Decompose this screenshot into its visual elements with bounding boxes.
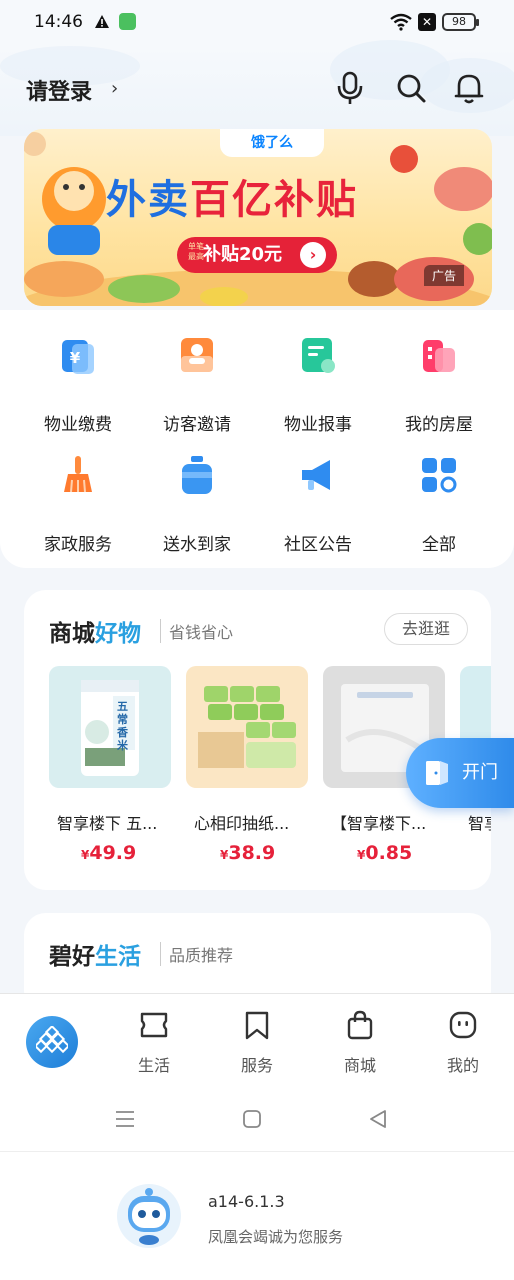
rice-bag-label: 五常香米 — [117, 700, 128, 752]
service-item-property-report[interactable]: 物业报事 — [263, 320, 373, 435]
menu-icon[interactable] — [115, 1110, 135, 1128]
life-subtitle: 品质推荐 — [160, 942, 233, 966]
water-delivery-icon — [182, 456, 212, 494]
tab-label: 服务 — [240, 1056, 273, 1075]
product-name: 智享楼下 五... — [57, 814, 158, 833]
chevron-right-icon[interactable]: › — [111, 78, 118, 99]
product-price-value: 49.9 — [89, 842, 137, 864]
eleme-logo: 饿了么 — [220, 129, 324, 157]
housekeeping-icon — [64, 456, 92, 493]
service-label: 我的房屋 — [405, 415, 473, 435]
property-report-icon — [302, 338, 335, 373]
service-label: 物业缴费 — [44, 415, 112, 435]
mall-title-main: 商城 — [49, 621, 95, 647]
service-item-announcement[interactable]: 社区公告 — [263, 440, 373, 555]
open-door-button[interactable]: 开门 — [406, 738, 514, 808]
battery-indicator: 98 — [442, 13, 479, 31]
service-item-my-house[interactable]: 我的房屋 — [384, 320, 494, 435]
my-house-icon — [423, 340, 455, 372]
all-services-icon — [422, 458, 457, 493]
status-time: 14:46 — [34, 12, 83, 32]
announcement-icon — [302, 460, 330, 490]
product-price-value: 38.9 — [228, 842, 276, 864]
life-title-accent: 生活 — [95, 944, 141, 970]
product-price-value: 0.85 — [365, 842, 413, 864]
footer-slogan: 凤凰会竭诚为您服务 — [208, 1228, 344, 1246]
product-name: 智享 — [468, 814, 491, 833]
product-card[interactable]: 心相印抽纸... ¥38.9 — [186, 666, 310, 864]
search-icon[interactable] — [395, 71, 427, 105]
warning-icon — [95, 15, 109, 28]
sim-off-icon: ✕ — [418, 13, 436, 31]
product-name: 心相印抽纸... — [194, 814, 290, 833]
tab-label: 生活 — [137, 1056, 170, 1075]
banner-title: 外卖百亿补贴 — [106, 167, 358, 225]
mall-title: 商城好物 — [49, 614, 141, 648]
product-card[interactable]: 五常香米 智享楼下 五... ¥49.9 — [49, 666, 173, 864]
tab-life[interactable]: 生活 — [119, 1010, 189, 1076]
app-version: a14-6.1.3 — [208, 1192, 285, 1211]
mascot-avatar — [117, 1184, 181, 1248]
tab-profile[interactable]: 我的 — [428, 1010, 498, 1076]
service-label: 访客邀请 — [163, 415, 231, 435]
service-label: 社区公告 — [284, 535, 352, 555]
mall-title-accent: 好物 — [95, 621, 141, 647]
open-door-label: 开门 — [462, 762, 498, 783]
service-label: 送水到家 — [163, 535, 231, 555]
microphone-icon[interactable] — [334, 71, 366, 105]
tab-label: 商城 — [343, 1056, 376, 1075]
profile-icon — [449, 1011, 477, 1039]
banner-title-part2: 百亿补贴 — [190, 177, 358, 223]
service-item-property-fee[interactable]: ¥ 物业缴费 — [23, 320, 133, 435]
life-title: 碧好生活 — [49, 937, 141, 971]
product-image: 五常香米 — [49, 666, 171, 788]
rice-bag-illustration — [81, 680, 139, 776]
service-item-visitor-invite[interactable]: 访客邀请 — [142, 320, 252, 435]
product-image — [186, 666, 308, 788]
product-price: ¥0.85 — [357, 842, 412, 864]
visitor-invite-icon — [181, 338, 213, 372]
life-icon — [140, 1012, 168, 1038]
home-logo-icon — [36, 1026, 68, 1054]
banner-title-part1: 外卖 — [106, 177, 190, 223]
service-item-water-delivery[interactable]: 送水到家 — [142, 440, 252, 555]
tab-service[interactable]: 服务 — [222, 1010, 292, 1076]
product-name: 【智享楼下... — [331, 814, 427, 833]
ad-tag: 广告 — [424, 265, 465, 286]
app-notification-icon — [119, 13, 136, 30]
property-fee-icon: ¥ — [62, 340, 94, 374]
product-price: ¥38.9 — [220, 842, 275, 864]
product-price: ¥49.9 — [81, 842, 136, 864]
home-nav-icon[interactable] — [242, 1109, 262, 1129]
bell-icon[interactable] — [453, 71, 485, 105]
service-label: 全部 — [422, 535, 456, 555]
mall-icon — [347, 1010, 373, 1040]
go-shopping-button[interactable]: 去逛逛 — [384, 613, 468, 645]
service-label: 物业报事 — [284, 415, 352, 435]
mall-subtitle: 省钱省心 — [160, 619, 233, 643]
service-item-housekeeping[interactable]: 家政服务 — [23, 440, 133, 555]
service-item-all[interactable]: 全部 — [384, 440, 494, 555]
back-icon[interactable] — [369, 1109, 387, 1129]
tab-label: 我的 — [446, 1056, 479, 1075]
service-label: 家政服务 — [44, 535, 112, 555]
svg-text:¥: ¥ — [70, 349, 81, 367]
door-icon — [426, 761, 448, 785]
tissue-pack-illustration — [198, 686, 296, 768]
life-title-main: 碧好 — [49, 944, 95, 970]
tab-mall[interactable]: 商城 — [325, 1010, 395, 1076]
footer — [0, 1151, 514, 1280]
login-link[interactable]: 请登录 — [26, 74, 92, 106]
wifi-icon — [390, 13, 412, 31]
arrow-right-icon[interactable]: › — [300, 242, 326, 268]
service-icon — [245, 1011, 269, 1040]
promo-banner[interactable]: 饿了么 外卖百亿补贴 补贴20元 单笔 最高 › 广告 — [24, 129, 492, 306]
subsidy-pill-note: 单笔 最高 — [188, 242, 204, 261]
home-tab[interactable] — [26, 1016, 78, 1068]
